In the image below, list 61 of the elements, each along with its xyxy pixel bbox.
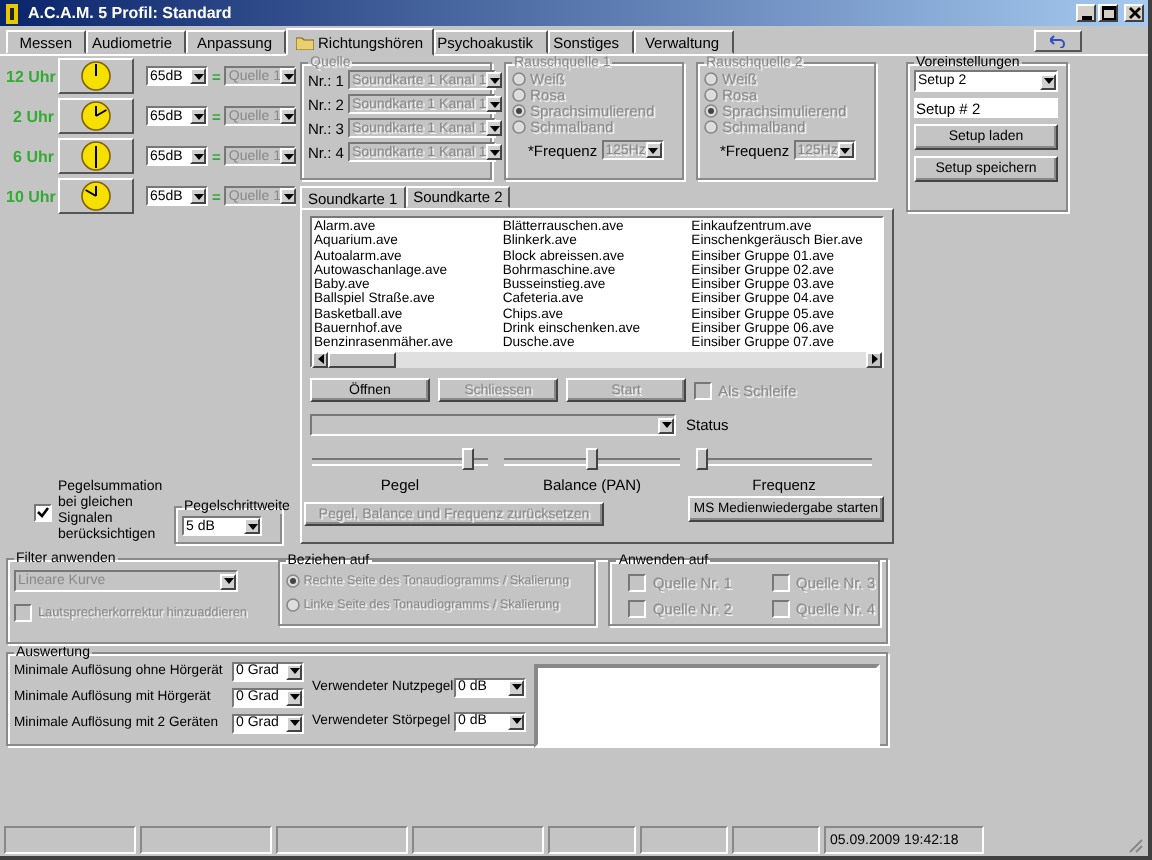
status-panel [276,826,408,854]
maximize-button[interactable] [1098,4,1118,22]
status-panel [412,826,544,854]
slider-thumb[interactable] [461,448,474,470]
undo-icon [1049,33,1066,47]
slider-thumb[interactable] [585,448,597,470]
app-icon [4,3,20,23]
minimize-button[interactable] [1076,4,1096,22]
caret-icon [837,142,854,158]
caret-icon [190,188,206,204]
caret-icon [645,142,662,158]
status-panel [732,826,820,854]
caret-icon [220,573,236,589]
clock-button[interactable] [58,138,134,174]
folder-icon [296,35,314,49]
caret-icon [486,96,503,112]
direction-label: 6 Uhr [11,147,54,165]
caret-icon [280,68,297,84]
close-button[interactable] [1124,4,1144,22]
caret-icon [190,68,206,84]
caret-icon [280,148,297,164]
slider-thumb[interactable] [696,448,708,470]
caret-icon [486,120,503,136]
status-panel [548,826,636,854]
caret-icon [486,144,503,160]
caret-icon [508,713,524,729]
caret-icon [658,417,674,433]
arrow-right-icon[interactable] [871,354,877,365]
clock-icon [80,140,112,172]
undo-button[interactable] [1033,29,1082,51]
horizontal-scrollbar[interactable] [312,351,882,368]
caret-icon [486,72,503,88]
maximize-icon [1101,6,1115,20]
direction-label: 12 Uhr [6,67,54,85]
clock-button[interactable] [58,178,134,214]
scrollbar-thumb[interactable] [328,351,396,368]
clock-button[interactable] [58,58,134,94]
arrow-left-icon[interactable] [317,354,323,365]
clock-icon [80,60,112,92]
status-panel [140,826,272,854]
close-icon [1127,6,1141,20]
caret-icon [286,689,302,705]
result-text-area[interactable] [534,664,880,748]
caret-icon [190,148,206,164]
caret-icon [280,108,297,124]
clock-icon [80,180,112,212]
caret-icon [244,518,260,534]
direction-label: 2 Uhr [11,107,54,125]
status-panel [640,826,728,854]
caret-icon [190,108,206,124]
caret-icon [286,663,302,679]
caret-icon [280,188,297,204]
resize-grip-icon [1128,838,1144,854]
caret-icon [1040,73,1056,89]
status-panel [4,826,136,854]
clock-button[interactable] [58,98,134,134]
window-title: A.C.A.M. 5 Profil: Standard [28,4,234,22]
direction-label: 10 Uhr [6,187,54,205]
clock-icon [80,100,112,132]
caret-icon [508,679,524,695]
caret-icon [286,715,302,731]
